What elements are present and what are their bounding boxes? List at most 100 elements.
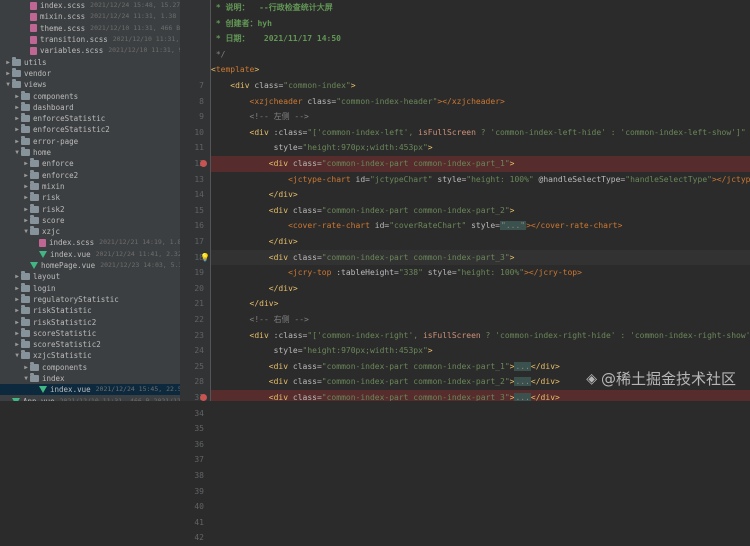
- chevron-right-icon[interactable]: ▶: [13, 271, 21, 282]
- gutter-line[interactable]: [180, 16, 210, 32]
- code-line[interactable]: <div class="common-index-part common-ind…: [211, 203, 750, 219]
- code-line[interactable]: */: [211, 47, 750, 63]
- chevron-right-icon[interactable]: ▶: [13, 283, 21, 294]
- tree-folder[interactable]: ▶ login: [0, 282, 180, 294]
- code-line[interactable]: <div class="common-index-part common-ind…: [211, 390, 750, 401]
- tree-folder[interactable]: ▶ components: [0, 90, 180, 102]
- gutter-line[interactable]: [180, 0, 210, 16]
- gutter-line[interactable]: 38: [180, 468, 210, 484]
- chevron-right-icon[interactable]: ▶: [22, 170, 30, 181]
- code-line[interactable]: <xzjcheader class="common-index-header">…: [211, 94, 750, 110]
- gutter-line[interactable]: 36: [180, 437, 210, 453]
- tree-folder[interactable]: ▶ regulatoryStatistic: [0, 293, 180, 305]
- code-line[interactable]: </div>: [211, 281, 750, 297]
- chevron-right-icon[interactable]: ▶: [13, 294, 21, 305]
- tree-folder[interactable]: ▼ index: [0, 373, 180, 384]
- tree-folder[interactable]: ▶ enforceStatistic2: [0, 124, 180, 135]
- chevron-down-icon[interactable]: ▼: [13, 350, 21, 361]
- chevron-right-icon[interactable]: ▶: [22, 158, 30, 169]
- gutter-line[interactable]: 31: [180, 390, 210, 406]
- chevron-right-icon[interactable]: ▶: [13, 339, 21, 350]
- tree-file[interactable]: theme.scss 2021/12/10 11:31, 466 B: [0, 23, 180, 34]
- chevron-right-icon[interactable]: ▶: [4, 57, 12, 68]
- code-line[interactable]: style="height:970px;width:453px">: [211, 140, 750, 156]
- gutter-line[interactable]: 24: [180, 343, 210, 359]
- code-line[interactable]: <template>: [211, 62, 750, 78]
- gutter-line[interactable]: 21: [180, 296, 210, 312]
- gutter-line[interactable]: 42: [180, 530, 210, 546]
- tree-folder[interactable]: ▶ components: [0, 361, 180, 373]
- tree-folder[interactable]: ▼ xzjcStatistic: [0, 350, 180, 361]
- code-line[interactable]: <div class="common-index-part common-ind…: [211, 156, 750, 172]
- code-line[interactable]: </div>: [211, 187, 750, 203]
- lightbulb-icon[interactable]: 💡: [200, 253, 210, 262]
- project-tree[interactable]: index.scss 2021/12/24 15:48, 15.27 kB Mom…: [0, 0, 181, 401]
- code-editor[interactable]: * 说明： --行政检查统计大屏 * 创建者：hyh * 日期： 2021/11…: [211, 0, 750, 401]
- tree-folder[interactable]: ▶ riskStatistic2: [0, 316, 180, 328]
- tree-folder[interactable]: ▶ risk: [0, 192, 180, 203]
- gutter-line[interactable]: 28: [180, 374, 210, 390]
- gutter-line[interactable]: 19: [180, 265, 210, 281]
- chevron-right-icon[interactable]: ▶: [13, 91, 21, 102]
- code-token[interactable]: ...: [514, 393, 531, 401]
- tree-folder[interactable]: ▶ enforceStatistic: [0, 113, 180, 124]
- chevron-right-icon[interactable]: ▶: [13, 124, 21, 135]
- chevron-right-icon[interactable]: ▶: [4, 68, 12, 79]
- tree-folder[interactable]: ▶ risk2: [0, 203, 180, 215]
- chevron-right-icon[interactable]: ▶: [22, 204, 30, 215]
- line-number-gutter[interactable]: 7 8 9 10 11 12 13 14 15 16 17 18💡 19 20 21 22 23 24 25 28 31…: [180, 0, 211, 542]
- code-line[interactable]: <div class="common-index-part common-ind…: [211, 249, 750, 266]
- chevron-right-icon[interactable]: ▶: [13, 136, 21, 147]
- gutter-line[interactable]: 25: [180, 359, 210, 375]
- gutter-line[interactable]: 11: [180, 140, 210, 156]
- gutter-line[interactable]: 13: [180, 172, 210, 188]
- gutter-line[interactable]: 40: [180, 499, 210, 515]
- gutter-line[interactable]: 23: [180, 328, 210, 344]
- tree-folder[interactable]: ▼ views: [0, 79, 180, 90]
- tree-folder[interactable]: ▶ riskStatistic: [0, 305, 180, 316]
- code-line[interactable]: * 创建者：hyh: [211, 16, 750, 32]
- chevron-right-icon[interactable]: ▶: [13, 113, 21, 124]
- tree-folder[interactable]: ▶ scoreStatistic: [0, 327, 180, 339]
- gutter-line[interactable]: 12: [180, 156, 210, 172]
- gutter-line[interactable]: 41: [180, 515, 210, 531]
- chevron-right-icon[interactable]: ▶: [13, 328, 21, 339]
- gutter-line[interactable]: 10: [180, 125, 210, 141]
- code-line[interactable]: <jctype-chart id="jctypeChart" style="he…: [211, 172, 750, 188]
- tree-file[interactable]: index.vue 2021/12/24 11:41, 2.32 kB A min…: [0, 249, 180, 260]
- code-line[interactable]: style="height:970px;width:453px">: [211, 343, 750, 359]
- tree-folder[interactable]: ▼ home: [0, 147, 180, 158]
- gutter-line[interactable]: [180, 47, 210, 63]
- code-token[interactable]: ...: [514, 361, 531, 371]
- gutter-line[interactable]: 20: [180, 281, 210, 297]
- gutter-line[interactable]: 18 💡: [180, 250, 210, 266]
- tree-folder[interactable]: ▶ scoreStatistic2: [0, 339, 180, 350]
- tree-folder[interactable]: ▶ enforce2: [0, 169, 180, 181]
- chevron-down-icon[interactable]: ▼: [13, 147, 21, 158]
- gutter-line[interactable]: [180, 31, 210, 47]
- tree-folder[interactable]: ▶ error-page: [0, 135, 180, 147]
- gutter-line[interactable]: 14: [180, 187, 210, 203]
- tree-folder[interactable]: ▶ dashboard: [0, 101, 180, 113]
- chevron-right-icon[interactable]: ▶: [22, 362, 30, 373]
- tree-file[interactable]: transition.scss 2021/12/10 11:31, 763 B: [0, 34, 180, 45]
- tree-file[interactable]: App.vue 2021/12/10 11:31, 466 B 2021/12/1…: [0, 396, 180, 401]
- code-line[interactable]: </div>: [211, 234, 750, 250]
- tree-folder[interactable]: ▶ layout: [0, 271, 180, 282]
- code-line[interactable]: <cover-rate-chart id="coverRateChart" st…: [211, 218, 750, 234]
- gutter-line[interactable]: 34: [180, 406, 210, 422]
- code-token[interactable]: ...: [514, 377, 531, 387]
- code-line[interactable]: <div :class="['common-index-left', isFul…: [211, 125, 750, 141]
- gutter-line[interactable]: 39: [180, 484, 210, 500]
- tree-file[interactable]: homePage.vue 2021/12/23 14:03, 5.35 kB Ye…: [0, 260, 180, 271]
- code-line[interactable]: <div class="common-index">: [211, 78, 750, 94]
- chevron-right-icon[interactable]: ▶: [13, 317, 21, 328]
- gutter-line[interactable]: 15: [180, 203, 210, 219]
- chevron-right-icon[interactable]: ▶: [22, 192, 30, 203]
- gutter-line[interactable]: 7: [180, 78, 210, 94]
- gutter-line[interactable]: 22: [180, 312, 210, 328]
- code-token[interactable]: "...": [500, 221, 527, 231]
- tree-file[interactable]: variables.scss 2021/12/10 11:31, 956 B: [0, 45, 180, 56]
- gutter-line[interactable]: 37: [180, 452, 210, 468]
- chevron-down-icon[interactable]: ▼: [22, 373, 30, 384]
